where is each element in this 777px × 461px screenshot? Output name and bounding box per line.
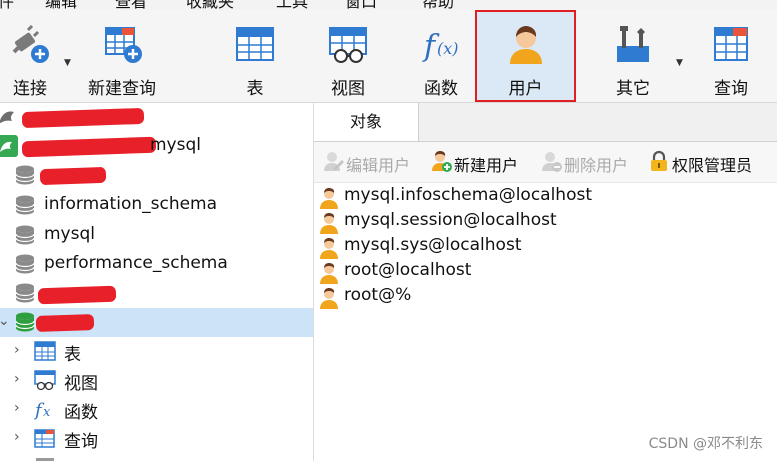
connect-dropdown-icon[interactable]: ▼ — [64, 58, 71, 68]
collapse-chevron-icon[interactable]: ⌄ — [0, 313, 10, 329]
tree-child-functions[interactable]: › f x 函数 — [0, 395, 313, 424]
expand-chevron-icon[interactable]: › — [14, 400, 20, 416]
table-button[interactable]: 表 — [210, 10, 300, 102]
database-icon — [15, 225, 35, 245]
user-icon — [320, 213, 338, 234]
tree-child-backups[interactable]: › 备份 — [0, 453, 313, 461]
tree-child-label: 表 — [64, 345, 81, 365]
query-button[interactable]: 查询 — [690, 10, 772, 102]
user-icon — [320, 263, 338, 284]
connect-label: 连接 — [13, 79, 47, 99]
privilege-manager-button[interactable]: 权限管理员 — [648, 150, 772, 175]
database-name: mysql — [44, 224, 95, 244]
edit-user-button[interactable]: 编辑用户 — [322, 150, 426, 175]
redaction-mark — [21, 107, 145, 129]
redaction-mark — [39, 166, 107, 186]
delete-user-icon — [542, 152, 562, 172]
others-dropdown-icon[interactable]: ▼ — [676, 58, 683, 68]
tree-child-label: 备份 — [64, 456, 98, 461]
user-icon — [320, 188, 338, 209]
navigation-tree: mysql information_schema mysql performan… — [0, 103, 314, 461]
new-user-button[interactable]: 新建用户 — [430, 150, 534, 175]
svg-text:(x): (x) — [437, 39, 459, 58]
tree-child-views[interactable]: › 视图 — [0, 366, 313, 395]
tree-child-label: 视图 — [64, 374, 98, 394]
user-icon — [320, 238, 338, 259]
lock-icon — [651, 150, 667, 171]
user-label: 用户 — [508, 79, 543, 99]
connection-icon — [0, 111, 14, 124]
new-query-icon — [105, 27, 142, 63]
tree-database-mysql[interactable]: mysql — [0, 221, 313, 250]
main-toolbar: 连接 ▼ 新建查询 表 视图 f (x) 函数 用户 其它 ▼ 查询 — [0, 10, 777, 103]
connect-button[interactable]: 连接 — [0, 10, 60, 102]
function-icon: f (x) — [422, 29, 459, 64]
backup-icon — [36, 458, 54, 461]
tree-child-queries[interactable]: › 查询 — [0, 424, 313, 453]
database-icon — [15, 195, 35, 215]
database-icon — [15, 165, 35, 185]
delete-user-button[interactable]: 删除用户 — [540, 150, 644, 175]
connection-active-icon — [0, 135, 18, 157]
database-open-icon — [15, 312, 35, 332]
function-label: 函数 — [424, 79, 458, 99]
new-query-label: 新建查询 — [88, 79, 156, 99]
tree-database-selected[interactable]: ⌄ — [0, 308, 313, 337]
svg-text:x: x — [43, 405, 51, 420]
tree-child-label: 查询 — [64, 432, 98, 452]
view-button[interactable]: 视图 — [303, 10, 393, 102]
redaction-mark — [37, 285, 117, 305]
view-label: 视图 — [331, 79, 365, 99]
table-icon — [236, 27, 274, 61]
user-button[interactable]: 用户 — [475, 10, 576, 102]
tree-connection-1[interactable] — [0, 103, 313, 132]
menu-bar: 件 编辑 查看 收藏夹 工具 窗口 帮助 — [0, 0, 777, 11]
expand-chevron-icon[interactable]: › — [14, 342, 20, 358]
tree-database-performance-schema[interactable]: performance_schema — [0, 250, 313, 279]
query-label: 查询 — [714, 79, 748, 99]
database-name: performance_schema — [44, 253, 228, 273]
table-icon — [34, 341, 56, 361]
expand-chevron-icon[interactable]: › — [14, 371, 20, 387]
view-icon — [329, 27, 367, 63]
edit-user-icon — [324, 152, 344, 171]
user-list: mysql.infoschema@localhost mysql.session… — [314, 183, 777, 461]
new-user-icon — [432, 151, 452, 172]
query-icon — [714, 27, 748, 61]
watermark: CSDN @邓不利东 — [648, 436, 763, 452]
function-button[interactable]: f (x) 函数 — [396, 10, 486, 102]
user-icon — [320, 288, 338, 309]
tree-connection-2[interactable]: mysql — [0, 132, 313, 161]
plug-icon — [12, 24, 49, 63]
object-tab-bar: 对象 — [314, 103, 777, 142]
view-icon — [34, 370, 56, 391]
new-query-button[interactable]: 新建查询 — [80, 10, 164, 102]
query-icon — [34, 429, 55, 448]
expand-chevron-icon[interactable]: › — [14, 429, 20, 445]
function-icon: f x — [34, 400, 51, 420]
table-label: 表 — [246, 79, 264, 99]
tools-icon — [617, 26, 649, 62]
database-icon — [15, 283, 35, 303]
tree-child-tables[interactable]: › 表 — [0, 337, 313, 366]
database-icon — [15, 254, 35, 274]
tree-database-redacted-2[interactable] — [0, 279, 313, 308]
connection-name-suffix: mysql — [150, 135, 201, 155]
redaction-mark — [35, 313, 95, 333]
tree-child-label: 函数 — [64, 403, 98, 423]
redaction-mark — [21, 136, 157, 158]
tab-objects[interactable]: 对象 — [314, 103, 419, 141]
database-name: information_schema — [44, 194, 218, 214]
others-button[interactable]: 其它 — [590, 10, 676, 102]
user-icon — [509, 26, 542, 64]
tree-database-redacted-1[interactable] — [0, 161, 313, 190]
tree-database-information-schema[interactable]: information_schema — [0, 191, 313, 220]
others-label: 其它 — [616, 79, 650, 99]
user-action-bar: 编辑用户 新建用户 删除用户 权限管理员 — [314, 142, 777, 183]
